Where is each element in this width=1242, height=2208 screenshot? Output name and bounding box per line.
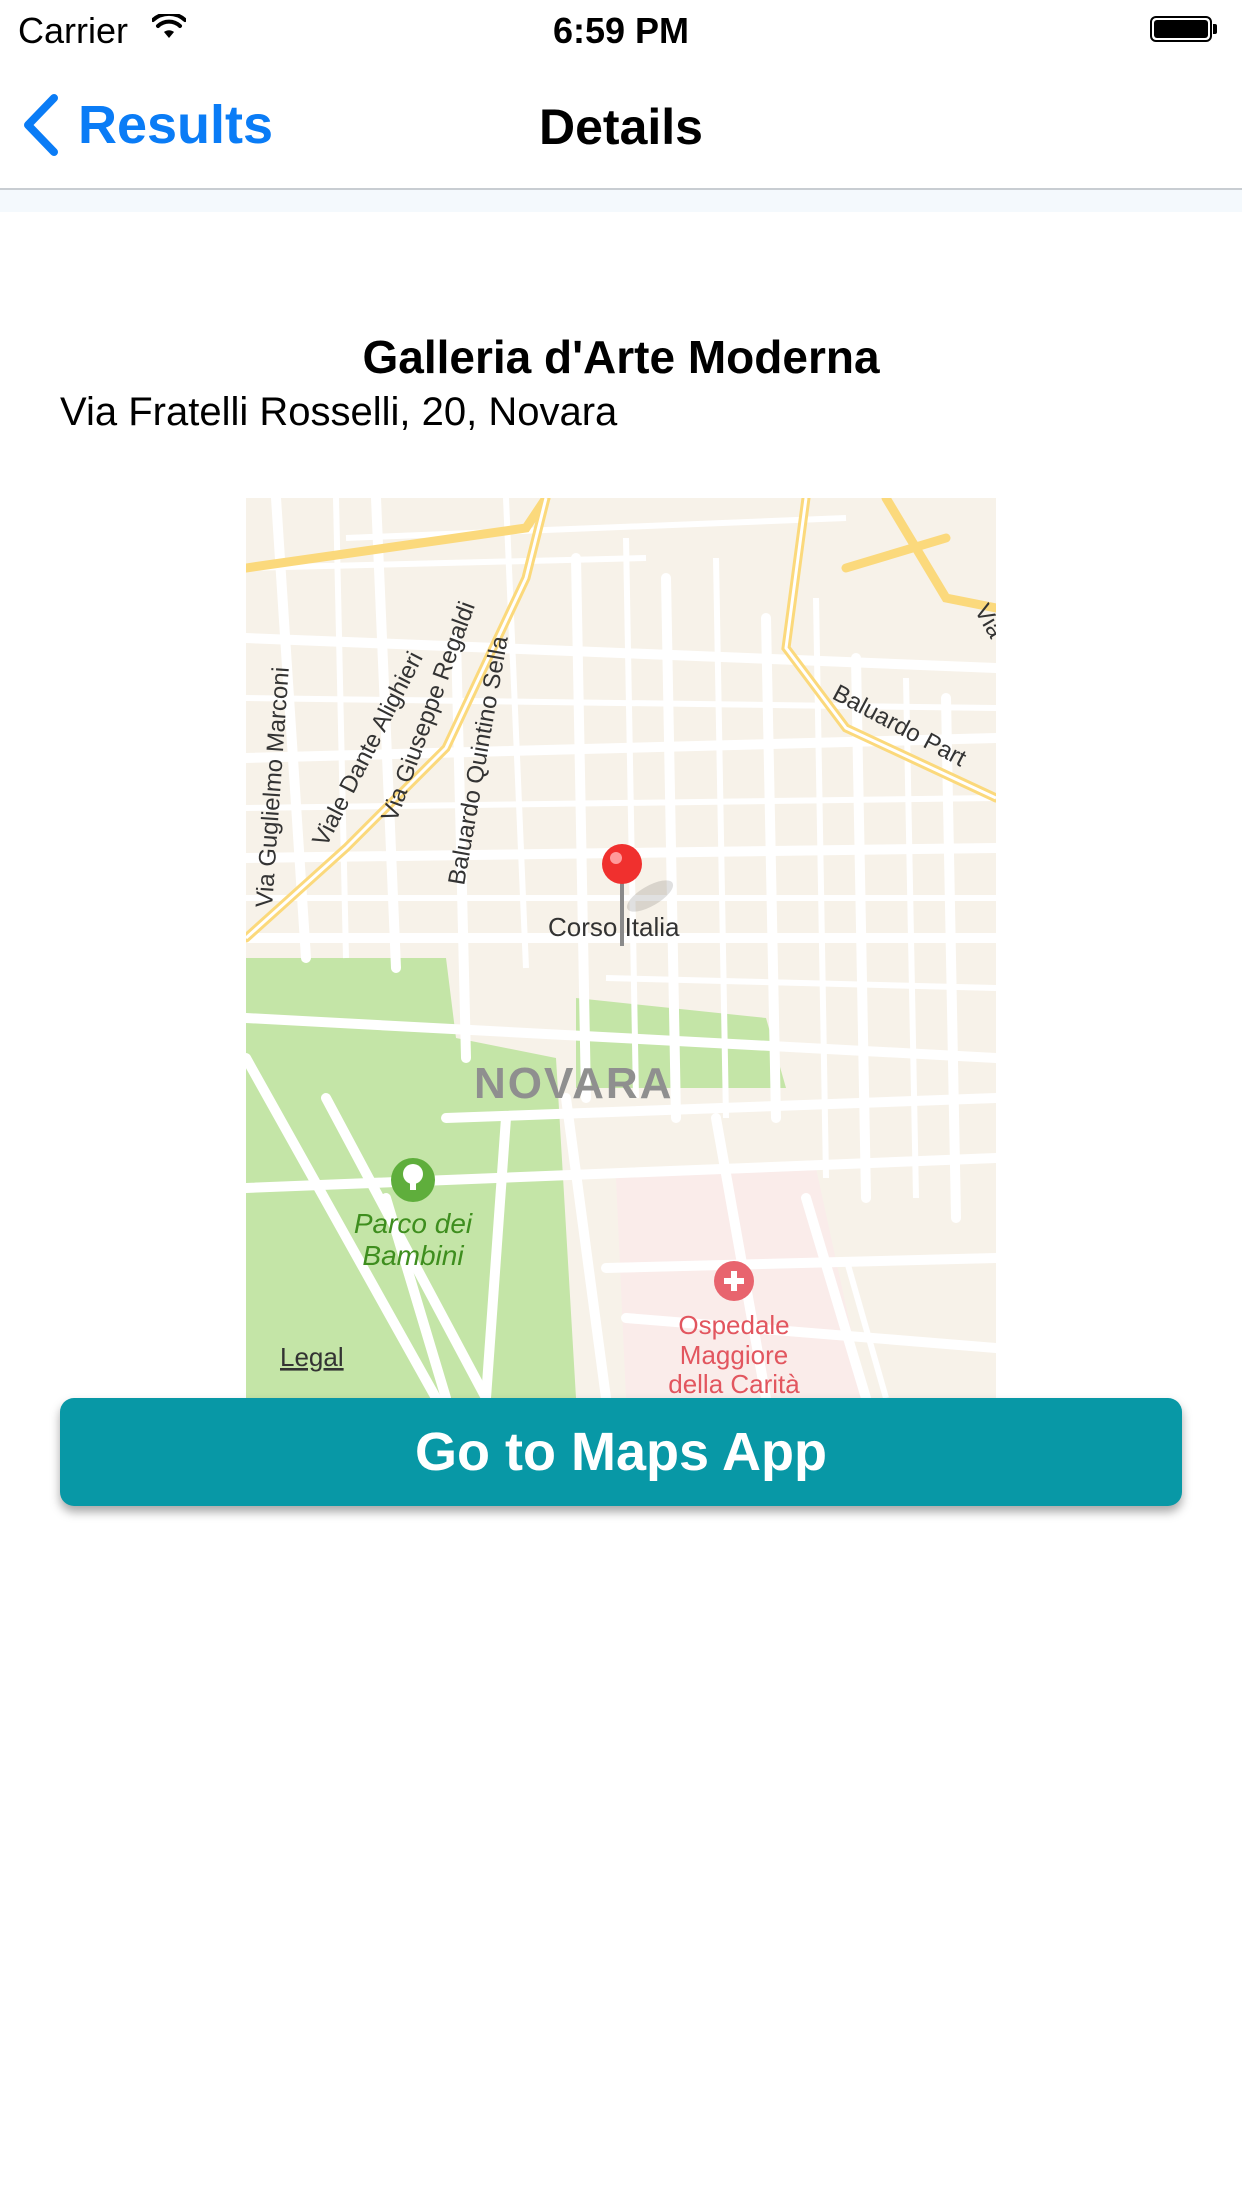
map-view[interactable]: Via Guglielmo Marconi Viale Dante Alighi… xyxy=(246,498,996,1398)
map-city-label: NOVARA xyxy=(474,1059,673,1108)
navigation-bar: Results Details xyxy=(0,62,1242,190)
park-icon xyxy=(391,1158,435,1202)
go-to-maps-button[interactable]: Go to Maps App xyxy=(60,1398,1182,1506)
place-address: Via Fratelli Rosselli, 20, Novara xyxy=(60,390,618,434)
park-label-line2: Bambini xyxy=(362,1240,464,1271)
hospital-label-line3: della Carità xyxy=(668,1369,800,1398)
page-title: Details xyxy=(539,99,703,155)
park-label-line1: Parco dei xyxy=(354,1208,473,1239)
hospital-label-line2: Maggiore xyxy=(680,1340,788,1370)
status-bar: Carrier 6:59 PM xyxy=(0,0,1242,62)
hospital-icon xyxy=(714,1261,754,1301)
nav-divider xyxy=(0,190,1242,212)
place-name: Galleria d'Arte Moderna xyxy=(362,331,880,383)
status-time: 6:59 PM xyxy=(552,10,690,51)
hospital-label-line1: Ospedale xyxy=(678,1310,789,1340)
street-label-corso-italia: Corso Italia xyxy=(548,912,680,942)
map-legal-link: Legal xyxy=(280,1342,344,1372)
battery-icon xyxy=(1150,16,1218,46)
